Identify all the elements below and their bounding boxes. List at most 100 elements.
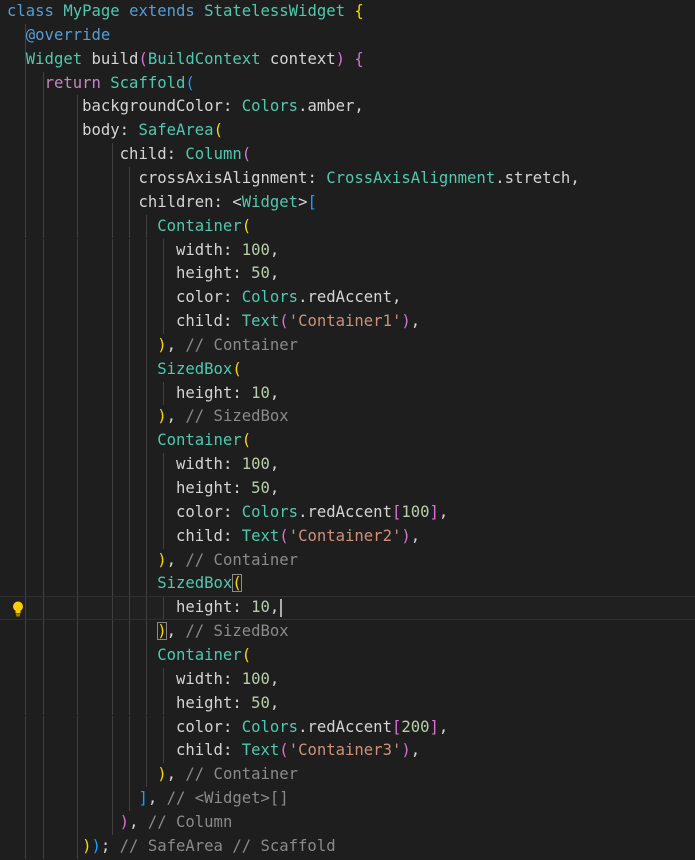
code-line[interactable]: height: 50, [0,262,695,287]
code-text: class MyPage extends StatelessWidget { [7,0,364,24]
code-text: color: Colors.redAccent, [7,286,401,310]
code-line[interactable]: return Scaffold( [0,71,695,96]
code-token: return [44,73,111,92]
code-line[interactable]: @override [0,23,695,48]
code-line[interactable]: backgroundColor: Colors.amber, [0,95,695,120]
code-line[interactable]: width: 100, [0,667,695,692]
code-line[interactable]: SizedBox( [0,572,695,597]
code-token: height [176,264,233,283]
code-token: .amber, [298,97,364,116]
code-token: Colors [241,288,299,307]
code-line[interactable]: )); // SafeArea // Scaffold [0,834,695,859]
code-token: color [176,288,223,307]
code-token: height [176,598,233,617]
code-token: 10 [251,598,270,617]
code-line[interactable]: ), // Container [0,763,695,788]
code-line[interactable]: Container( [0,643,695,668]
code-token: // Container [185,550,299,569]
code-line[interactable]: height: 50, [0,691,695,716]
code-line[interactable]: width: 100, [0,453,695,477]
code-line[interactable]: SizedBox( [0,357,695,382]
code-token: : [222,240,242,259]
code-text: ), // Container [7,763,298,787]
code-line[interactable]: child: Text('Container2'), [0,524,695,549]
code-token: ) [82,836,92,855]
code-line[interactable]: children: <Widget>[ [0,190,695,215]
code-token: Text [241,312,280,331]
code-line[interactable]: ), // Container [0,548,695,573]
code-token: BuildContext [147,49,270,68]
code-line[interactable]: ), // SizedBox [0,620,695,644]
code-line[interactable]: body: SafeArea( [0,119,695,144]
code-token: { [354,49,364,68]
code-token: : [232,264,252,283]
code-token: 'Container2' [288,526,402,545]
code-token: 100 [401,502,430,521]
code-line[interactable]: child: Text('Container3'), [0,739,695,764]
code-token: ) [91,836,101,855]
code-text: ), // SizedBox [7,405,289,429]
code-token: width [176,240,223,259]
code-text: body: SafeArea( [7,119,223,143]
code-line[interactable]: width: 100, [0,238,695,263]
code-token: // SizedBox [185,622,289,641]
code-text: ), // SizedBox [7,620,289,644]
code-line[interactable]: Container( [0,429,695,454]
code-token: Container [157,645,242,664]
code-line[interactable]: Widget build(BuildContext context) { [0,47,695,72]
code-line[interactable]: class MyPage extends StatelessWidget { [0,0,695,24]
code-line[interactable]: height: 50, [0,477,695,501]
code-line[interactable]: height: 10, [0,381,695,406]
code-line[interactable]: color: Colors.redAccent[200], [0,715,695,740]
code-text: ), // Container [7,549,298,573]
code-line[interactable]: crossAxisAlignment: CrossAxisAlignment.s… [0,166,695,191]
code-token: child [176,312,223,331]
code-token: width [176,455,223,474]
code-token: // SizedBox [185,407,289,426]
code-line[interactable]: Container( [0,214,695,239]
code-token: , [269,598,280,617]
code-token: ] [138,789,148,808]
code-token: ( [241,216,252,235]
code-token: Widget [241,192,299,211]
code-line[interactable]: ), // Container [0,333,695,358]
code-line[interactable]: child: Text('Container1'), [0,310,695,334]
code-line[interactable]: ), // SizedBox [0,405,695,430]
code-token: class [7,2,64,20]
code-token: ( [213,121,223,140]
code-text: color: Colors.redAccent[200], [7,716,448,740]
code-text: height: 50, [7,692,279,716]
code-token: : [232,479,252,497]
code-text: )); // SafeArea // Scaffold [7,835,336,859]
code-token: ( [279,741,289,760]
code-line[interactable]: child: Column( [0,143,695,167]
code-token: , [410,312,421,331]
code-token: , [269,669,280,688]
code-token: : [166,145,186,164]
code-token: 200 [401,717,430,736]
code-token: crossAxisAlignment [138,168,308,187]
code-line[interactable]: color: Colors.redAccent[100], [0,500,695,525]
lightbulb-icon[interactable] [11,600,25,618]
code-token: ) [401,741,411,760]
code-token: , [269,264,280,283]
code-token: StatelessWidget [204,2,355,20]
code-token: ) [157,622,167,641]
code-line[interactable]: ), // Column [0,810,695,835]
code-token: 100 [241,669,270,688]
code-token: children [138,192,214,211]
code-token: CrossAxisAlignment [326,168,496,187]
code-line[interactable]: ], // <Widget>[] [0,787,695,811]
code-text: color: Colors.redAccent[100], [7,501,448,525]
code-text: backgroundColor: Colors.amber, [7,95,364,119]
code-line[interactable]: color: Colors.redAccent, [0,286,695,311]
code-editor[interactable]: class MyPage extends StatelessWidget { @… [0,0,695,860]
code-line[interactable]: height: 10, [0,596,695,621]
